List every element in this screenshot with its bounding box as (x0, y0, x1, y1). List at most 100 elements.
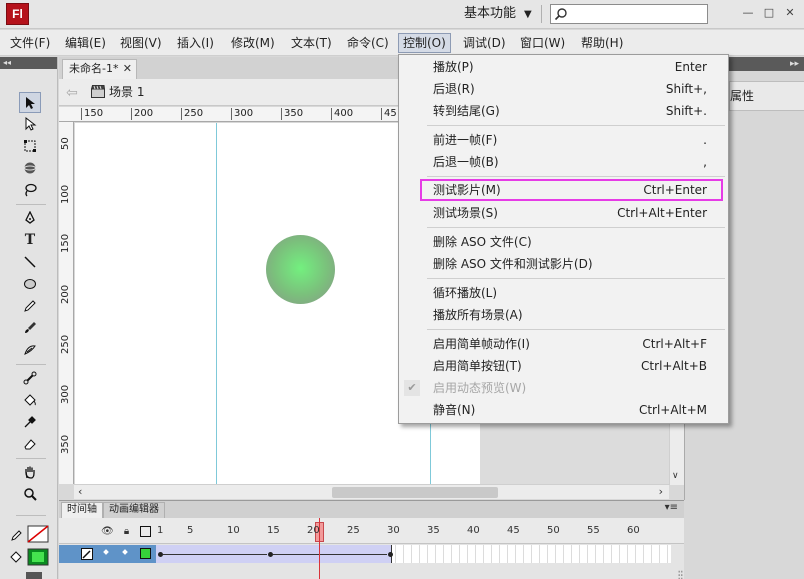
layer-cell[interactable] (59, 545, 156, 563)
close-icon[interactable]: ✕ (123, 60, 132, 78)
workspace-switcher[interactable]: 基本功能 ▼ (458, 4, 538, 24)
frame-number: 20 (307, 525, 320, 536)
panel-expand-icon[interactable]: ▸▸ (790, 57, 799, 71)
restore-button[interactable]: □ (759, 5, 779, 21)
frame-number: 30 (387, 525, 400, 536)
bone-tool-icon[interactable] (19, 368, 41, 389)
ruler-label: 300 (231, 108, 253, 120)
lasso-tool-icon[interactable] (19, 180, 41, 201)
menu-commands[interactable]: 命令(C) (343, 33, 393, 53)
edit-layer-icon (81, 548, 93, 560)
selection-tool-icon[interactable] (19, 92, 41, 113)
frame-number: 40 (467, 525, 480, 536)
menu-insert[interactable]: 插入(I) (173, 33, 218, 53)
chevron-right-icon[interactable]: › (659, 485, 663, 498)
close-button[interactable]: ✕ (780, 5, 800, 21)
tween-arrow (163, 554, 267, 555)
menu-file[interactable]: 文件(F) (6, 33, 54, 53)
eye-icon[interactable]: 👁 (101, 526, 114, 537)
menu-edit[interactable]: 编辑(E) (61, 33, 110, 53)
menu-item-live-preview: ✔ 启用动态预览(W) (400, 377, 727, 399)
back-arrow-icon[interactable]: ⇦ (66, 85, 78, 101)
visibility-dot-icon[interactable] (103, 549, 109, 555)
ruler-label: 200 (131, 108, 153, 120)
lock-dot-icon[interactable] (122, 549, 128, 555)
horizontal-scrollbar[interactable]: ‹ › (74, 484, 669, 499)
ruler-label: 50 (60, 137, 71, 150)
menu-item-rewind[interactable]: 后退(R) Shift+, (400, 78, 727, 100)
menu-control[interactable]: 控制(O) (398, 33, 451, 53)
frame-number: 45 (507, 525, 520, 536)
3d-rotation-tool-icon[interactable] (19, 158, 41, 179)
deco-tool-icon[interactable] (19, 340, 41, 361)
text-tool-icon[interactable]: T (19, 230, 41, 251)
fill-color-swatch[interactable] (10, 548, 50, 566)
brush-tool-icon[interactable] (19, 318, 41, 339)
timeline-tab-bar: 时间轴 动画编辑器 ▾≡ (59, 501, 684, 518)
menu-item-step-backward[interactable]: 后退一帧(B), (400, 151, 727, 173)
hand-tool-icon[interactable] (19, 462, 41, 483)
timeline-layer-row[interactable] (59, 545, 684, 563)
ruler-label: 250 (181, 108, 203, 120)
line-tool-icon[interactable] (19, 252, 41, 273)
chevron-left-icon[interactable]: ‹ (78, 485, 82, 498)
menu-item-simple-frame-actions[interactable]: 启用简单帧动作(I) Ctrl+Alt+F (400, 333, 727, 355)
menu-text[interactable]: 文本(T) (287, 33, 336, 53)
stroke-color-swatch[interactable] (10, 525, 50, 543)
tab-timeline[interactable]: 时间轴 (61, 502, 103, 518)
properties-tab[interactable]: 属性 (729, 81, 804, 111)
oval-tool-icon[interactable] (19, 274, 41, 295)
outline-icon[interactable] (140, 526, 151, 537)
menu-item-play[interactable]: 播放(P) Enter (400, 56, 727, 78)
frame-number: 1 (157, 525, 164, 536)
guide-line[interactable] (216, 123, 217, 484)
keyframe[interactable] (388, 552, 393, 557)
paint-bucket-tool-icon[interactable] (19, 390, 41, 411)
menu-view[interactable]: 视图(V) (116, 33, 166, 53)
menu-item-go-to-end[interactable]: 转到结尾(G) Shift+. (400, 100, 727, 122)
eyedropper-tool-icon[interactable] (19, 412, 41, 433)
menu-item-test-scene[interactable]: 测试场景(S) Ctrl+Alt+Enter (400, 202, 727, 224)
more-tools-icon[interactable] (26, 572, 42, 579)
frame-number: 25 (347, 525, 360, 536)
layer-outline-color-icon[interactable] (140, 548, 151, 559)
ruler-label: 400 (331, 108, 353, 120)
document-tab[interactable]: 未命名-1* ✕ (62, 59, 137, 79)
search-input[interactable] (571, 6, 703, 22)
panel-collapse-icon[interactable]: ◂◂ (0, 57, 57, 69)
subselection-tool-icon[interactable] (19, 114, 41, 135)
menu-item-step-forward[interactable]: 前进一帧(F). (400, 129, 727, 151)
zoom-tool-icon[interactable] (19, 484, 41, 505)
menu-item-play-all-scenes[interactable]: 播放所有场景(A) (400, 304, 727, 326)
scrollbar-thumb[interactable] (332, 487, 498, 498)
chevron-down-icon[interactable]: ∨ (672, 471, 679, 481)
menu-item-delete-aso-and-test[interactable]: 删除 ASO 文件和测试影片(D) (400, 253, 727, 275)
search-icon (554, 8, 567, 21)
divider (16, 204, 46, 205)
free-transform-tool-icon[interactable] (19, 136, 41, 157)
tab-motion-editor[interactable]: 动画编辑器 (103, 502, 165, 518)
resize-grip-icon[interactable]: ⁝⁝ (677, 568, 684, 579)
frame-number: 55 (587, 525, 600, 536)
document-tab-label: 未命名-1* (69, 62, 119, 75)
properties-tab-label: 属性 (730, 89, 755, 103)
pen-tool-icon[interactable] (19, 208, 41, 229)
menu-window[interactable]: 窗口(W) (516, 33, 569, 53)
panel-menu-icon[interactable]: ▾≡ (665, 502, 678, 513)
menu-debug[interactable]: 调试(D) (459, 33, 510, 53)
menu-item-delete-aso[interactable]: 删除 ASO 文件(C) (400, 231, 727, 253)
menu-modify[interactable]: 修改(M) (227, 33, 279, 53)
ball-shape[interactable] (266, 235, 335, 304)
menu-item-simple-buttons[interactable]: 启用简单按钮(T) Ctrl+Alt+B (400, 355, 727, 377)
menu-help[interactable]: 帮助(H) (577, 33, 627, 53)
menu-item-mute[interactable]: 静音(N) Ctrl+Alt+M (400, 399, 727, 421)
menu-item-test-movie[interactable]: 测试影片(M) Ctrl+Enter (420, 179, 723, 201)
minimize-button[interactable]: — (738, 5, 758, 21)
flash-logo-icon: Fl (6, 3, 29, 25)
help-search-box[interactable] (550, 4, 708, 24)
lock-icon[interactable]: 🔒︎ (121, 526, 132, 537)
menu-item-loop-playback[interactable]: 循环播放(L) (400, 282, 727, 304)
eraser-tool-icon[interactable] (19, 434, 41, 455)
frames-strip[interactable] (156, 545, 671, 563)
pencil-tool-icon[interactable] (19, 296, 41, 317)
